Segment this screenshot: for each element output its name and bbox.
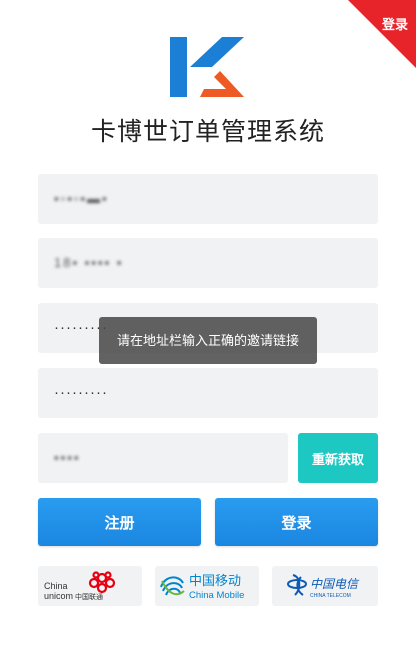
logo-upper-arm <box>190 37 244 67</box>
svg-text:中国电信: 中国电信 <box>310 577 360 591</box>
app-title: 卡博世订单管理系统 <box>90 118 325 146</box>
username-input[interactable]: ▪▫▪▫▪▬▪ <box>38 174 378 224</box>
app-logo <box>170 37 244 97</box>
telecom-logo-icon: 中国电信 CHINA TELECOM <box>287 574 360 599</box>
carrier-mobile[interactable]: 中国移动 China Mobile <box>155 566 259 606</box>
get-code-button[interactable]: 重新获取 <box>298 433 378 483</box>
svg-text:China Mobile: China Mobile <box>189 590 244 601</box>
logo-lower-arm <box>200 71 244 97</box>
register-button[interactable]: 注册 <box>38 498 201 546</box>
phone-input[interactable]: 18▪ ▪▪▪▪ ▪ <box>38 238 378 288</box>
logo-bar <box>170 37 187 97</box>
carrier-telecom[interactable]: 中国电信 CHINA TELECOM <box>272 566 378 606</box>
corner-login-link[interactable]: 登录 <box>382 14 408 33</box>
svg-text:unicom: unicom <box>44 591 73 601</box>
svg-text:中国联通: 中国联通 <box>75 592 103 601</box>
toast-message: 请在地址栏输入正确的邀请链接 <box>99 317 317 364</box>
confirm-password-value: ········· <box>54 384 108 401</box>
verification-code-value: ▪▪▪▪ <box>54 450 81 465</box>
svg-text:China: China <box>44 581 68 591</box>
username-value: ▪▫▪▫▪▬▪ <box>54 191 109 206</box>
corner-ribbon <box>348 0 416 68</box>
carrier-unicom[interactable]: China unicom 中国联通 <box>38 566 142 606</box>
svg-text:中国移动: 中国移动 <box>189 574 241 589</box>
confirm-password-input[interactable]: ········· <box>38 368 378 418</box>
phone-value: 18▪ ▪▪▪▪ ▪ <box>54 255 124 270</box>
svg-text:CHINA TELECOM: CHINA TELECOM <box>310 593 351 599</box>
mobile-logo-icon: 中国移动 China Mobile <box>160 574 244 601</box>
login-button[interactable]: 登录 <box>215 498 378 546</box>
unicom-logo-icon: China unicom 中国联通 <box>44 571 116 601</box>
verification-code-input[interactable]: ▪▪▪▪ <box>38 433 288 483</box>
